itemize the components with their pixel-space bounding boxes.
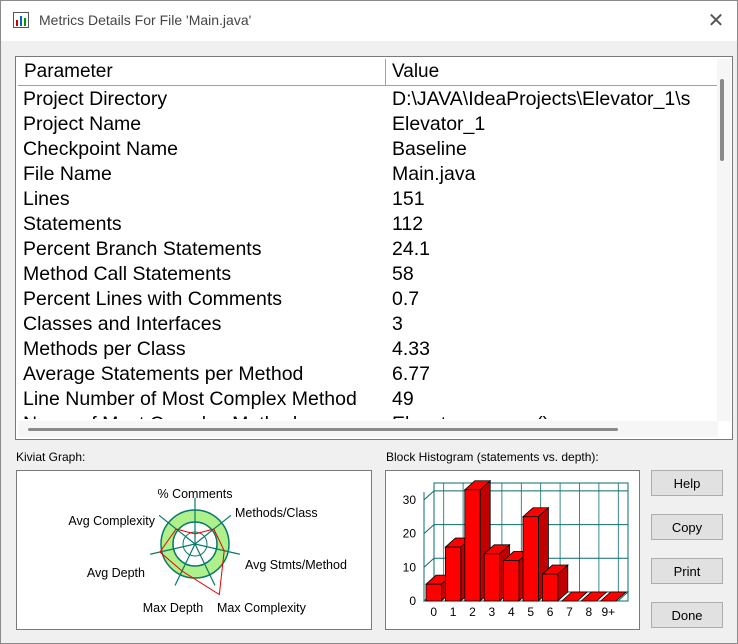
- parameter-cell: Checkpoint Name: [23, 138, 178, 160]
- parameter-cell: Name of Most Complex Method: [23, 412, 297, 419]
- value-cell: Main.java: [392, 163, 476, 185]
- list-rows: Project Directory D:\JAVA\IdeaProjects\El…: [18, 87, 718, 419]
- histogram-gridline-side: [423, 524, 435, 534]
- histogram-bar: [483, 553, 500, 602]
- table-row[interactable]: Project Directory D:\JAVA\IdeaProjects\El…: [18, 87, 718, 112]
- value-cell: 6.77: [392, 363, 430, 385]
- histogram-x-tick-label: 0: [430, 605, 437, 619]
- list-header: Parameter Value: [18, 59, 718, 86]
- table-row[interactable]: Method Call Statements 58: [18, 262, 718, 287]
- metrics-details-window: Metrics Details For File 'Main.java' ✕ P…: [0, 0, 738, 644]
- done-button[interactable]: Done: [651, 602, 723, 628]
- parameter-cell: Classes and Interfaces: [23, 313, 222, 335]
- table-row[interactable]: Statements 112: [18, 212, 718, 237]
- parameter-cell: Percent Lines with Comments: [23, 288, 283, 310]
- histogram-bar: [503, 560, 520, 602]
- histogram-x-tick-label: 7: [566, 605, 573, 619]
- histogram-x-tick-label: 3: [489, 605, 496, 619]
- parameter-cell: Percent Branch Statements: [23, 238, 262, 260]
- histogram-x-tick-label: 9+: [601, 605, 615, 619]
- value-cell: Baseline: [392, 138, 467, 160]
- kiviat-axis-label: Methods/Class: [235, 506, 318, 520]
- value-cell: 3: [392, 313, 403, 335]
- parameter-cell: Methods per Class: [23, 338, 186, 360]
- value-cell: 112: [392, 213, 424, 235]
- window-title: Metrics Details For File 'Main.java': [39, 12, 252, 28]
- vertical-scroll-thumb[interactable]: [720, 79, 724, 161]
- table-row[interactable]: Name of Most Complex Method Elevator.proc…: [18, 412, 718, 419]
- table-row[interactable]: Project Name Elevator_1: [18, 112, 718, 137]
- kiviat-axis-label: Avg Depth: [87, 566, 145, 580]
- value-cell: Elevator_1: [392, 113, 486, 135]
- vertical-scrollbar[interactable]: [717, 59, 731, 421]
- block-histogram: 0 10 20 30 0 1 2 3 4 5 6 7 8 9+: [385, 470, 640, 630]
- value-cell: 151: [392, 188, 425, 210]
- title-bar: Metrics Details For File 'Main.java' ✕: [1, 1, 737, 41]
- histogram-bar: [541, 573, 559, 602]
- kiviat-axis-label: Avg Complexity: [68, 514, 155, 528]
- table-row[interactable]: Percent Branch Statements 24.1: [18, 237, 718, 262]
- table-row[interactable]: Average Statements per Method 6.77: [18, 362, 718, 387]
- histogram-x-tick-label: 1: [450, 605, 457, 619]
- horizontal-scrollbar[interactable]: [18, 421, 718, 437]
- table-row[interactable]: Percent Lines with Comments 0.7: [18, 287, 718, 312]
- histogram-x-tick-label: 6: [547, 605, 554, 619]
- histogram-x-tick-label: 8: [586, 605, 593, 619]
- kiviat-label: Kiviat Graph:: [16, 450, 86, 464]
- histogram-gridline-side: [423, 490, 435, 501]
- histogram-gridline-side: [423, 557, 435, 568]
- kiviat-graph: % Comments Methods/Class Avg Stmts/Method M…: [16, 470, 372, 630]
- histogram-bar: [445, 546, 462, 602]
- help-button[interactable]: Help: [651, 470, 723, 496]
- kiviat-axis-label: % Comments: [157, 487, 232, 501]
- histogram-y-tick-label: 10: [403, 560, 417, 574]
- histogram-y-tick-label: 0: [409, 594, 416, 608]
- kiviat-axis-label: Avg Stmts/Method: [245, 558, 347, 572]
- table-row[interactable]: Lines 151: [18, 187, 718, 212]
- parameter-cell: File Name: [23, 163, 112, 185]
- histogram-y-tick-label: 30: [403, 493, 417, 507]
- value-cell: Elevator.process(): [392, 412, 718, 419]
- table-row[interactable]: File Name Main.java: [18, 162, 718, 187]
- histogram-x-tick-label: 2: [469, 605, 476, 619]
- column-header-parameter[interactable]: Parameter: [18, 59, 386, 85]
- parameter-cell: Method Call Statements: [23, 263, 232, 285]
- table-row[interactable]: Methods per Class 4.33: [18, 337, 718, 362]
- value-cell: 49: [392, 388, 414, 410]
- kiviat-axis-label: Max Complexity: [217, 601, 307, 615]
- histogram-x-tick-label: 5: [527, 605, 534, 619]
- print-button[interactable]: Print: [651, 558, 723, 584]
- close-icon[interactable]: ✕: [701, 7, 731, 35]
- parameter-cell: Project Name: [23, 113, 142, 135]
- parameter-cell: Average Statements per Method: [23, 363, 304, 385]
- copy-button[interactable]: Copy: [651, 514, 723, 540]
- kiviat-axis-label: Max Depth: [143, 601, 203, 615]
- parameter-cell: Statements: [23, 213, 122, 235]
- histogram-label: Block Histogram (statements vs. depth):: [386, 450, 599, 464]
- parameter-cell: Line Number of Most Complex Method: [23, 388, 357, 410]
- table-row[interactable]: Line Number of Most Complex Method 49: [18, 387, 718, 412]
- value-cell: 24.1: [392, 238, 430, 260]
- table-row[interactable]: Classes and Interfaces 3: [18, 312, 718, 337]
- histogram-bar: [464, 489, 481, 602]
- value-cell: 0.7: [392, 288, 420, 310]
- parameter-cell: Lines: [23, 188, 70, 210]
- value-cell: 58: [392, 263, 414, 285]
- chart-app-icon: [13, 12, 29, 28]
- histogram-x-tick-label: 4: [508, 605, 515, 619]
- horizontal-scroll-thumb[interactable]: [28, 428, 618, 431]
- parameter-cell: Project Directory: [23, 88, 168, 110]
- value-cell: 4.33: [392, 338, 430, 360]
- histogram-bar: [522, 516, 539, 602]
- histogram-y-tick-label: 20: [403, 527, 417, 541]
- table-row[interactable]: Checkpoint Name Baseline: [18, 137, 718, 162]
- histogram-bar: [425, 583, 442, 602]
- value-cell: D:\JAVA\IdeaProjects\Elevator_1\s: [392, 88, 691, 110]
- metrics-list[interactable]: Parameter Value Project Directory D:\JAVA…: [15, 56, 733, 440]
- column-header-value[interactable]: Value: [386, 59, 718, 85]
